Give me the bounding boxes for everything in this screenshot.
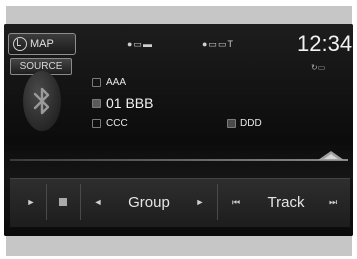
- now-playing-line2: 01 BBB: [106, 95, 154, 111]
- group-label: Group: [116, 178, 182, 226]
- progress-knob-highlight: [324, 154, 339, 159]
- stop-icon: [59, 198, 67, 206]
- play-button[interactable]: ►: [20, 178, 42, 226]
- divider: [46, 184, 47, 220]
- play-label: ►: [26, 197, 36, 207]
- progress-track[interactable]: [10, 159, 348, 161]
- now-playing-line1: AAA: [106, 77, 127, 88]
- bluetooth-badge: [23, 71, 61, 131]
- map-icon: [13, 37, 27, 51]
- track-label-text: Track: [267, 193, 305, 211]
- stop-button[interactable]: [50, 178, 76, 226]
- artist-icon: [92, 119, 101, 128]
- album-icon: [92, 78, 101, 87]
- divider: [80, 184, 81, 220]
- track-label: Track: [256, 178, 316, 226]
- device-bezel-bottom: [6, 236, 352, 256]
- track-next-icon: ⏭: [328, 196, 338, 207]
- group-next-button[interactable]: ►: [188, 178, 212, 226]
- track-icon: [92, 99, 101, 108]
- status-icons-right: ●▭▭T: [202, 39, 234, 49]
- track-prev-button[interactable]: ⏮: [222, 178, 250, 226]
- group-label-text: Group: [128, 193, 170, 211]
- now-playing-line4: DDD: [240, 118, 262, 129]
- map-button-label: MAP: [30, 38, 54, 50]
- group-prev-icon: ◄: [93, 197, 103, 207]
- track-prev-icon: ⏮: [231, 196, 241, 207]
- status-icons-left: ●▭▬: [127, 39, 153, 49]
- group-next-icon: ►: [195, 197, 205, 207]
- now-playing-line3: CCC: [106, 118, 128, 129]
- clock: 12:34: [297, 31, 353, 56]
- repeat-icon: ↻▭: [311, 63, 326, 72]
- folder-icon: [227, 119, 236, 128]
- group-prev-button[interactable]: ◄: [86, 178, 110, 226]
- divider: [217, 184, 218, 220]
- track-next-button[interactable]: ⏭: [318, 178, 348, 226]
- bluetooth-icon: [33, 87, 50, 115]
- map-button[interactable]: MAP: [8, 33, 76, 55]
